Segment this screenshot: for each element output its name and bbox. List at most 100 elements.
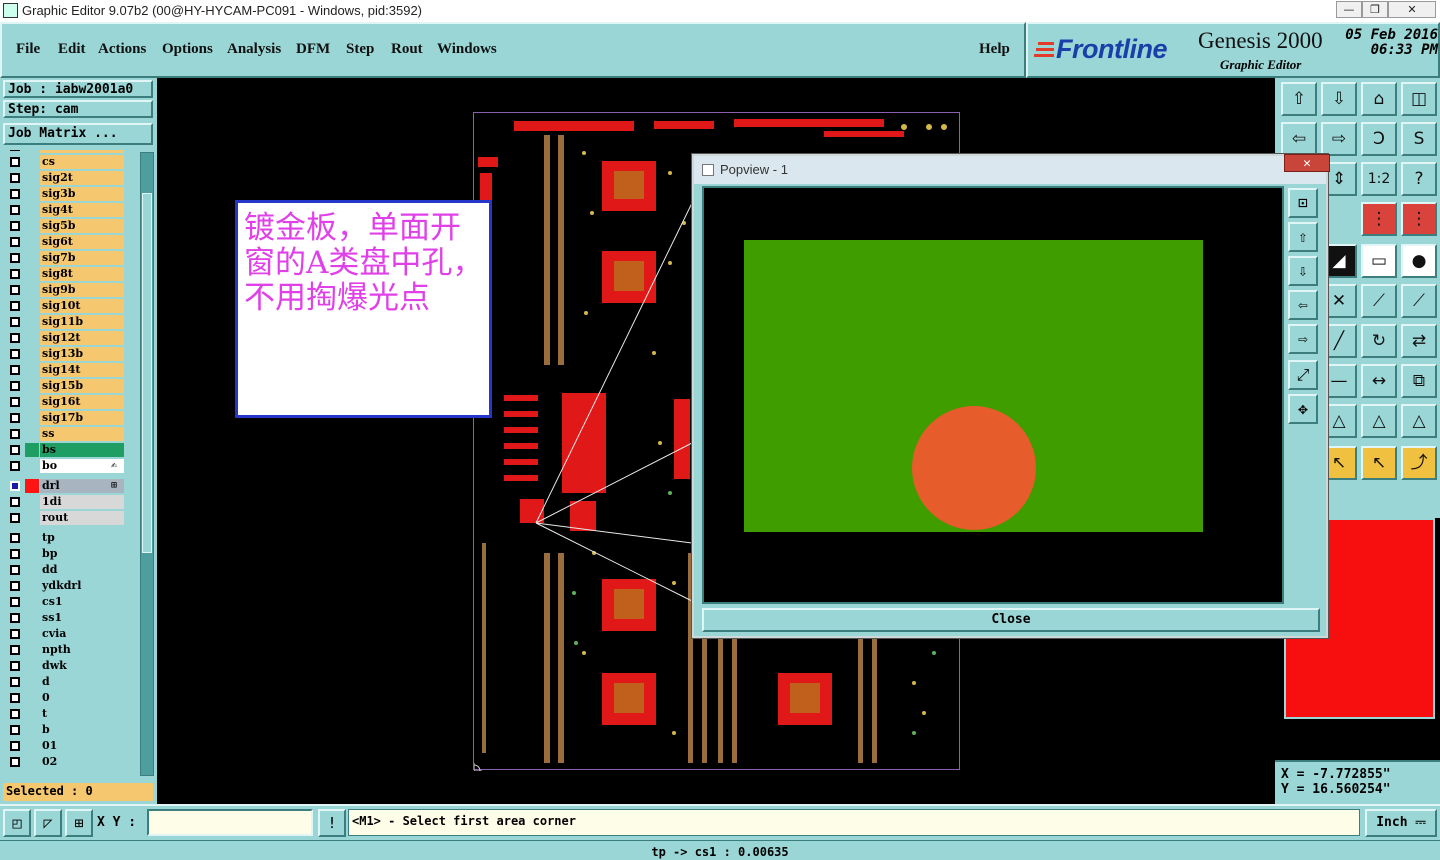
popview-close-x[interactable]: ✕: [1284, 154, 1330, 172]
layer-checkbox[interactable]: [10, 565, 20, 575]
layer-color-swatch[interactable]: [25, 219, 39, 233]
layer-color-swatch[interactable]: [25, 595, 39, 609]
layer-color-swatch[interactable]: [25, 531, 39, 545]
layer-color-swatch[interactable]: [25, 379, 39, 393]
layer-checkbox[interactable]: [10, 301, 20, 311]
menu-edit[interactable]: Edit: [58, 41, 86, 58]
layer-row[interactable]: d: [3, 674, 139, 690]
layer-row[interactable]: sig15b: [3, 378, 139, 394]
pad-icon[interactable]: ●: [1401, 244, 1437, 278]
scale-one-two-icon[interactable]: 1:2: [1361, 162, 1397, 196]
layer-checkbox[interactable]: [10, 757, 20, 767]
layer-row[interactable]: dwk: [3, 658, 139, 674]
layer-checkbox[interactable]: [10, 645, 20, 655]
layer-checkbox[interactable]: [10, 381, 20, 391]
layer-row[interactable]: npth: [3, 642, 139, 658]
home-view-icon[interactable]: ⌂: [1361, 82, 1397, 116]
layer-color-swatch[interactable]: [25, 150, 39, 153]
layer-color-swatch[interactable]: [25, 579, 39, 593]
pan-right-icon[interactable]: ⇨: [1321, 122, 1357, 156]
layer-color-swatch[interactable]: [25, 611, 39, 625]
layer-checkbox[interactable]: [10, 269, 20, 279]
popview-fit-icon[interactable]: ⊡: [1288, 188, 1318, 218]
layer-color-swatch[interactable]: [25, 723, 39, 737]
job-matrix-button[interactable]: Job Matrix ...: [3, 123, 153, 145]
layer-row[interactable]: sig10t: [3, 298, 139, 314]
layer-row[interactable]: ss: [3, 426, 139, 442]
layer-checkbox[interactable]: [10, 413, 20, 423]
layer-row[interactable]: sig9b: [3, 282, 139, 298]
layer-row[interactable]: b: [3, 722, 139, 738]
layer-color-swatch[interactable]: [25, 395, 39, 409]
dimension-icon[interactable]: ↔: [1361, 364, 1397, 398]
layer-checkbox[interactable]: [10, 150, 20, 151]
layer-row[interactable]: sig4t: [3, 202, 139, 218]
popview-close-button[interactable]: Close: [702, 608, 1320, 632]
layer-color-swatch[interactable]: [25, 691, 39, 705]
layer-row[interactable]: 02: [3, 754, 139, 770]
connect-2-icon[interactable]: ⟋: [1401, 284, 1437, 318]
layer-color-swatch[interactable]: [25, 675, 39, 689]
layer-color-swatch[interactable]: [25, 707, 39, 721]
popview-pan-right-icon[interactable]: ⇨: [1288, 324, 1318, 354]
layer-row[interactable]: rout: [3, 510, 139, 526]
layer-color-swatch[interactable]: [25, 411, 39, 425]
layer-list-scrollbar[interactable]: [140, 152, 154, 776]
menu-analysis[interactable]: Analysis: [227, 41, 281, 58]
layer-color-swatch[interactable]: [25, 347, 39, 361]
layer-checkbox[interactable]: [10, 365, 20, 375]
layer-row[interactable]: sig8t: [3, 266, 139, 282]
restore-button[interactable]: ❐: [1362, 1, 1388, 18]
layer-checkbox[interactable]: [10, 189, 20, 199]
layer-color-swatch[interactable]: [25, 267, 39, 281]
layer-checkbox[interactable]: [10, 481, 20, 491]
mirror-icon[interactable]: Ↄ: [1361, 122, 1397, 156]
ruler-icon[interactable]: ▭: [1361, 244, 1397, 278]
layer-row[interactable]: bp: [3, 546, 139, 562]
layer-checkbox[interactable]: [10, 445, 20, 455]
layer-row[interactable]: bs: [3, 442, 139, 458]
layer-checkbox[interactable]: [10, 221, 20, 231]
layer-checkbox[interactable]: [10, 677, 20, 687]
units-selector[interactable]: Inch ⎓: [1365, 809, 1437, 837]
layer-checkbox[interactable]: [10, 317, 20, 327]
menu-dfm[interactable]: DFM: [296, 41, 330, 58]
layer-color-swatch[interactable]: [25, 203, 39, 217]
menu-rout[interactable]: Rout: [391, 41, 423, 58]
connect-icon[interactable]: ⟋: [1361, 284, 1397, 318]
layer-checkbox[interactable]: [10, 725, 20, 735]
layer-color-swatch[interactable]: [25, 627, 39, 641]
menu-windows[interactable]: Windows: [437, 41, 497, 58]
window-split-icon[interactable]: ◫: [1401, 82, 1437, 116]
layer-checkbox[interactable]: [10, 661, 20, 671]
triangle-2-icon[interactable]: △: [1361, 404, 1397, 438]
menu-help[interactable]: Help: [979, 41, 1010, 58]
layer-row[interactable]: sig12t: [3, 330, 139, 346]
layer-color-swatch[interactable]: [25, 563, 39, 577]
layer-row[interactable]: sig5b: [3, 218, 139, 234]
layer-color-swatch[interactable]: [25, 479, 39, 493]
diagonal-select-icon[interactable]: ◸: [34, 809, 62, 837]
menu-options[interactable]: Options: [162, 41, 213, 58]
layer-checkbox[interactable]: [10, 741, 20, 751]
layer-row[interactable]: tp: [3, 530, 139, 546]
layer-row[interactable]: bo ✍: [3, 458, 139, 474]
layer-checkbox[interactable]: [10, 613, 20, 623]
layer-row[interactable]: sig6t: [3, 234, 139, 250]
layer-checkbox[interactable]: [10, 597, 20, 607]
layer-checkbox[interactable]: [10, 581, 20, 591]
scrollbar-thumb[interactable]: [142, 193, 152, 553]
layer-checkbox[interactable]: [10, 461, 20, 471]
layer-checkbox[interactable]: [10, 173, 20, 183]
layer-checkbox[interactable]: [10, 253, 20, 263]
layer-color-swatch[interactable]: [25, 459, 39, 473]
group-icon[interactable]: ⧉: [1401, 364, 1437, 398]
area-select-icon[interactable]: ◰: [3, 809, 31, 837]
popview-zoom-up-icon[interactable]: ⇧: [1288, 222, 1318, 252]
menu-file[interactable]: File: [16, 41, 40, 58]
layer-row[interactable]: ydkdrl: [3, 578, 139, 594]
layer-checkbox[interactable]: [10, 157, 20, 167]
minimize-button[interactable]: —: [1336, 1, 1362, 18]
popview-viewport[interactable]: [702, 186, 1284, 604]
layer-checkbox[interactable]: [10, 285, 20, 295]
